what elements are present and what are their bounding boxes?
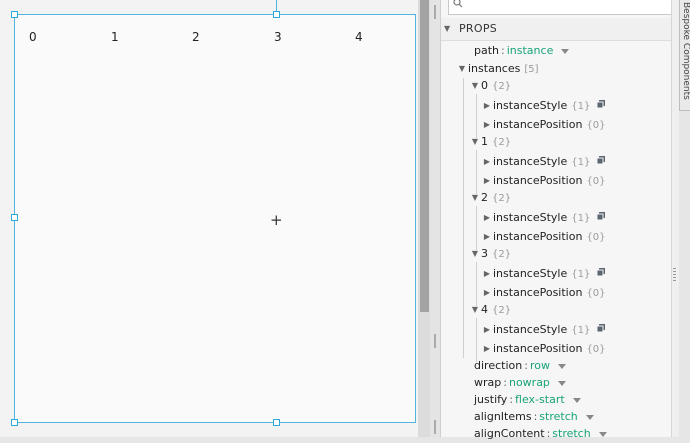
dropdown-arrow-icon[interactable] (585, 414, 594, 420)
instance-0-style[interactable]: ▶ instanceStyle {1} (481, 97, 606, 115)
resize-handle-top-left[interactable] (11, 11, 18, 18)
tree-guide-line (476, 150, 477, 194)
chevron-right-icon[interactable]: ▶ (481, 228, 493, 246)
search-input[interactable] (448, 0, 674, 15)
resize-handle-bottom-left[interactable] (11, 419, 18, 426)
chevron-right-icon[interactable]: ▶ (481, 172, 493, 190)
copy-icon[interactable] (596, 209, 606, 227)
instance-item-4[interactable]: ▼ 4 {2} (469, 301, 511, 319)
side-tab-bespoke-components[interactable]: Bespoke Components (679, 0, 690, 111)
prop-value[interactable]: row (530, 359, 550, 372)
instance-2-style[interactable]: ▶ instanceStyle {1} (481, 209, 606, 227)
tree-guide-line (463, 78, 464, 358)
chevron-down-icon[interactable]: ▼ (469, 189, 481, 207)
props-section-title: PROPS (459, 22, 498, 35)
splitter-grip-middle[interactable] (434, 334, 436, 348)
instance-label-4: 4 (355, 30, 363, 44)
instance-1-position[interactable]: ▶ instancePosition {0} (481, 172, 606, 190)
item-count: [5] (524, 64, 539, 75)
instance-item-2[interactable]: ▼ 2 {2} (469, 189, 511, 207)
prop-row-wrap[interactable]: wrap: nowrap (474, 374, 566, 392)
chevron-down-icon[interactable]: ▼ (444, 24, 450, 33)
selected-component-frame[interactable] (14, 14, 416, 423)
prop-value[interactable]: stretch (552, 427, 590, 440)
canvas-scrollbar-thumb[interactable] (420, 0, 429, 312)
prop-name: instances (468, 62, 521, 75)
search-icon (453, 0, 463, 11)
prop-row-alignitems[interactable]: alignItems: stretch (474, 408, 594, 426)
instance-item-3[interactable]: ▼ 3 {2} (469, 245, 511, 263)
instance-4-style[interactable]: ▶ instanceStyle {1} (481, 321, 606, 339)
prop-row-aligncontent[interactable]: alignContent: stretch (474, 425, 607, 443)
chevron-right-icon[interactable]: ▶ (481, 265, 493, 283)
prop-value[interactable]: nowrap (509, 376, 550, 389)
inspector-scrollbar[interactable] (671, 0, 679, 437)
tree-guide-line (476, 318, 477, 362)
instance-3-position[interactable]: ▶ instancePosition {0} (481, 284, 606, 302)
splitter-grip-bottom[interactable] (434, 420, 436, 434)
chevron-right-icon[interactable]: ▶ (481, 209, 493, 227)
chevron-down-icon[interactable]: ▼ (469, 77, 481, 95)
side-tab-label: Bespoke Components (681, 2, 690, 100)
design-canvas[interactable]: 0 1 2 3 4 + (0, 0, 418, 437)
copy-icon[interactable] (596, 153, 606, 171)
instance-0-position[interactable]: ▶ instancePosition {0} (481, 116, 606, 134)
dropdown-arrow-icon[interactable] (561, 48, 570, 54)
resize-handle-top[interactable] (273, 11, 280, 18)
chevron-right-icon[interactable]: ▶ (481, 284, 493, 302)
instance-item-1[interactable]: ▼ 1 {2} (469, 133, 511, 151)
prop-value[interactable]: flex-start (515, 393, 565, 406)
chevron-right-icon[interactable]: ▶ (481, 116, 493, 134)
scrollbar-grip-icon[interactable] (673, 268, 676, 282)
instance-1-style[interactable]: ▶ instanceStyle {1} (481, 153, 606, 171)
chevron-down-icon[interactable]: ▼ (469, 245, 481, 263)
prop-value[interactable]: instance (507, 44, 554, 57)
instance-3-style[interactable]: ▶ instanceStyle {1} (481, 265, 606, 283)
instance-2-position[interactable]: ▶ instancePosition {0} (481, 228, 606, 246)
prop-row-justify[interactable]: justify: flex-start (474, 391, 581, 409)
resize-handle-left[interactable] (11, 214, 18, 221)
instance-4-position[interactable]: ▶ instancePosition {0} (481, 340, 606, 358)
instance-label-0: 0 (29, 30, 37, 44)
instance-label-2: 2 (192, 30, 200, 44)
copy-icon[interactable] (596, 265, 606, 283)
chevron-right-icon[interactable]: ▶ (481, 153, 493, 171)
panel-splitter[interactable] (430, 0, 440, 437)
dropdown-arrow-icon[interactable] (572, 397, 581, 403)
dropdown-arrow-icon[interactable] (557, 380, 566, 386)
instance-item-0[interactable]: ▼ 0 {2} (469, 77, 511, 95)
prop-row-instances[interactable]: ▼ instances [5] (456, 60, 539, 78)
dropdown-arrow-icon[interactable] (557, 363, 566, 369)
dropdown-arrow-icon[interactable] (598, 431, 607, 437)
tree-guide-line (476, 206, 477, 250)
copy-icon[interactable] (596, 321, 606, 339)
chevron-right-icon[interactable]: ▶ (481, 97, 493, 115)
resize-handle-bottom[interactable] (273, 419, 280, 426)
chevron-down-icon[interactable]: ▼ (469, 301, 481, 319)
chevron-right-icon[interactable]: ▶ (481, 321, 493, 339)
chevron-down-icon[interactable]: ▼ (469, 133, 481, 151)
tree-guide-line (476, 262, 477, 306)
prop-row-direction[interactable]: direction: row (474, 357, 566, 375)
copy-icon[interactable] (596, 97, 606, 115)
splitter-grip-top[interactable] (434, 5, 436, 19)
chevron-down-icon[interactable]: ▼ (456, 60, 468, 78)
instance-label-3: 3 (274, 30, 282, 44)
prop-value[interactable]: stretch (539, 410, 577, 423)
chevron-right-icon[interactable]: ▶ (481, 340, 493, 358)
instance-label-1: 1 (111, 30, 119, 44)
tree-guide-line (476, 94, 477, 138)
prop-row-path[interactable]: path: instance (474, 42, 570, 60)
prop-name: path (474, 44, 500, 57)
crosshair-cursor: + (270, 211, 283, 229)
